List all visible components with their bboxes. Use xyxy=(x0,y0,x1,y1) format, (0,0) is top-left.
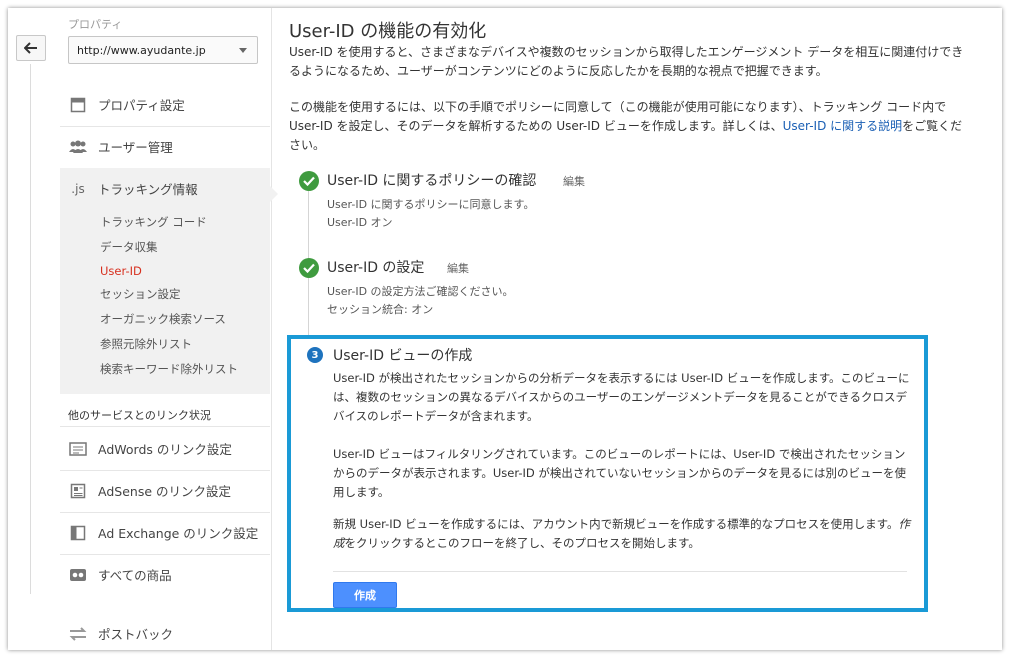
step3-panel: 3 User-ID ビューの作成 User-ID が検出されたセッションからの分… xyxy=(287,335,928,612)
step1-title: User-ID に関するポリシーの確認 xyxy=(327,173,537,189)
sidebar-item-property-settings[interactable]: プロパティ設定 xyxy=(60,84,270,125)
create-button[interactable]: 作成 xyxy=(333,582,397,608)
property-select[interactable]: http://www.ayudante.jp xyxy=(68,36,258,64)
step1-line: User-ID に関するポリシーに同意します。 xyxy=(327,198,535,211)
step2-line: User-ID の設定方法ご確認ください。 xyxy=(327,285,514,298)
adexchange-icon xyxy=(68,525,88,541)
step2-edit-link[interactable]: 編集 xyxy=(447,260,469,276)
adsense-icon xyxy=(68,483,88,499)
sidebar-sub-tracking-code[interactable]: トラッキング コード xyxy=(100,214,207,230)
instructions-paragraph: この機能を使用するには、以下の手順でポリシーに同意して（この機能が使用可能になり… xyxy=(289,98,964,155)
sidebar-sub-search-term-exclusion[interactable]: 検索キーワード除外リスト xyxy=(100,361,238,377)
step2-title: User-ID の設定 xyxy=(327,260,425,276)
back-button[interactable] xyxy=(16,35,46,61)
property-select-value: http://www.ayudante.jp xyxy=(77,43,206,57)
main-content: User-ID の機能の有効化 User-ID を使用すると、さまざまなデバイス… xyxy=(272,8,1002,650)
step3-paragraph-3: 新規 User-ID ビューを作成するには、アカウント内で新規ビューを作成する標… xyxy=(333,515,913,553)
sidebar-sub-referral-exclusion[interactable]: 参照元除外リスト xyxy=(100,336,192,352)
users-icon xyxy=(68,139,88,155)
sidebar-sub-organic-search[interactable]: オーガニック検索ソース xyxy=(100,311,226,327)
sidebar-item-tracking-info[interactable]: .js トラッキング情報 xyxy=(60,168,270,209)
sidebar-item-label: プロパティ設定 xyxy=(98,98,185,113)
sidebar-item-label: すべての商品 xyxy=(98,568,172,583)
sidebar-item-adexchange[interactable]: Ad Exchange のリンク設定 xyxy=(60,512,270,553)
sidebar-item-all-products[interactable]: すべての商品 xyxy=(60,554,270,595)
sidebar-sub-data-collection[interactable]: データ収集 xyxy=(100,239,158,255)
step1-edit-link[interactable]: 編集 xyxy=(563,173,585,189)
sidebar-item-label: AdWords のリンク設定 xyxy=(98,442,232,457)
products-icon xyxy=(68,567,88,583)
sidebar-item-adwords[interactable]: AdWords のリンク設定 xyxy=(60,428,270,469)
sidebar-item-user-management[interactable]: ユーザー管理 xyxy=(60,126,270,167)
sidebar-item-label: トラッキング情報 xyxy=(98,182,198,197)
sidebar-item-label: ユーザー管理 xyxy=(98,140,173,155)
sidebar-sub-user-id[interactable]: User-ID xyxy=(100,264,142,278)
step3-paragraph-1: User-ID が検出されたセッションからの分析データを表示するには User-… xyxy=(333,371,910,423)
adwords-icon xyxy=(68,441,88,457)
step3-paragraph-2: User-ID ビューはフィルタリングされています。このビューのレポートには、U… xyxy=(333,447,907,499)
check-icon xyxy=(299,171,319,191)
back-arrow-icon xyxy=(24,42,37,54)
step3-title: User-ID ビューの作成 xyxy=(333,348,473,364)
postback-icon xyxy=(68,626,88,642)
back-column-line xyxy=(30,64,31,594)
caret-down-icon xyxy=(239,48,247,53)
step1-line: User-ID オン xyxy=(327,216,393,229)
property-label: プロパティ xyxy=(68,18,123,31)
step3-paragraph-3-text: 新規 User-ID ビューを作成するには、アカウント内で新規ビューを作成する標… xyxy=(333,517,899,531)
js-icon: .js xyxy=(71,181,85,196)
user-id-help-link[interactable]: User-ID に関する説明 xyxy=(783,119,903,133)
page-title: User-ID の機能の有効化 xyxy=(289,21,487,42)
sidebar-item-postback[interactable]: ポストバック xyxy=(60,613,270,650)
step2-line: セッション統合: オン xyxy=(327,303,434,316)
links-section-title: 他のサービスとのリンク状況 xyxy=(68,409,211,422)
sidebar: プロパティ http://www.ayudante.jp プロパティ設定 ユーザ… xyxy=(60,8,278,650)
step3-paragraph-3-text-end: をクリックするとこのフローを終了し、そのプロセスを開始します。 xyxy=(344,536,700,550)
sidebar-item-adsense[interactable]: AdSense のリンク設定 xyxy=(60,470,270,511)
sidebar-item-label: Ad Exchange のリンク設定 xyxy=(98,526,259,541)
app-frame: プロパティ http://www.ayudante.jp プロパティ設定 ユーザ… xyxy=(8,8,1002,650)
sidebar-item-label: AdSense のリンク設定 xyxy=(98,484,231,499)
step-number-badge: 3 xyxy=(307,347,323,363)
divider xyxy=(333,571,907,572)
square-icon xyxy=(68,97,88,113)
check-icon xyxy=(299,258,319,278)
back-column xyxy=(8,8,60,650)
intro-paragraph: User-ID を使用すると、さまざまなデバイスや複数のセッションから取得したエ… xyxy=(289,45,964,78)
sidebar-item-label: ポストバック xyxy=(98,627,174,642)
divider xyxy=(60,426,270,427)
sidebar-sub-session-settings[interactable]: セッション設定 xyxy=(100,286,181,302)
